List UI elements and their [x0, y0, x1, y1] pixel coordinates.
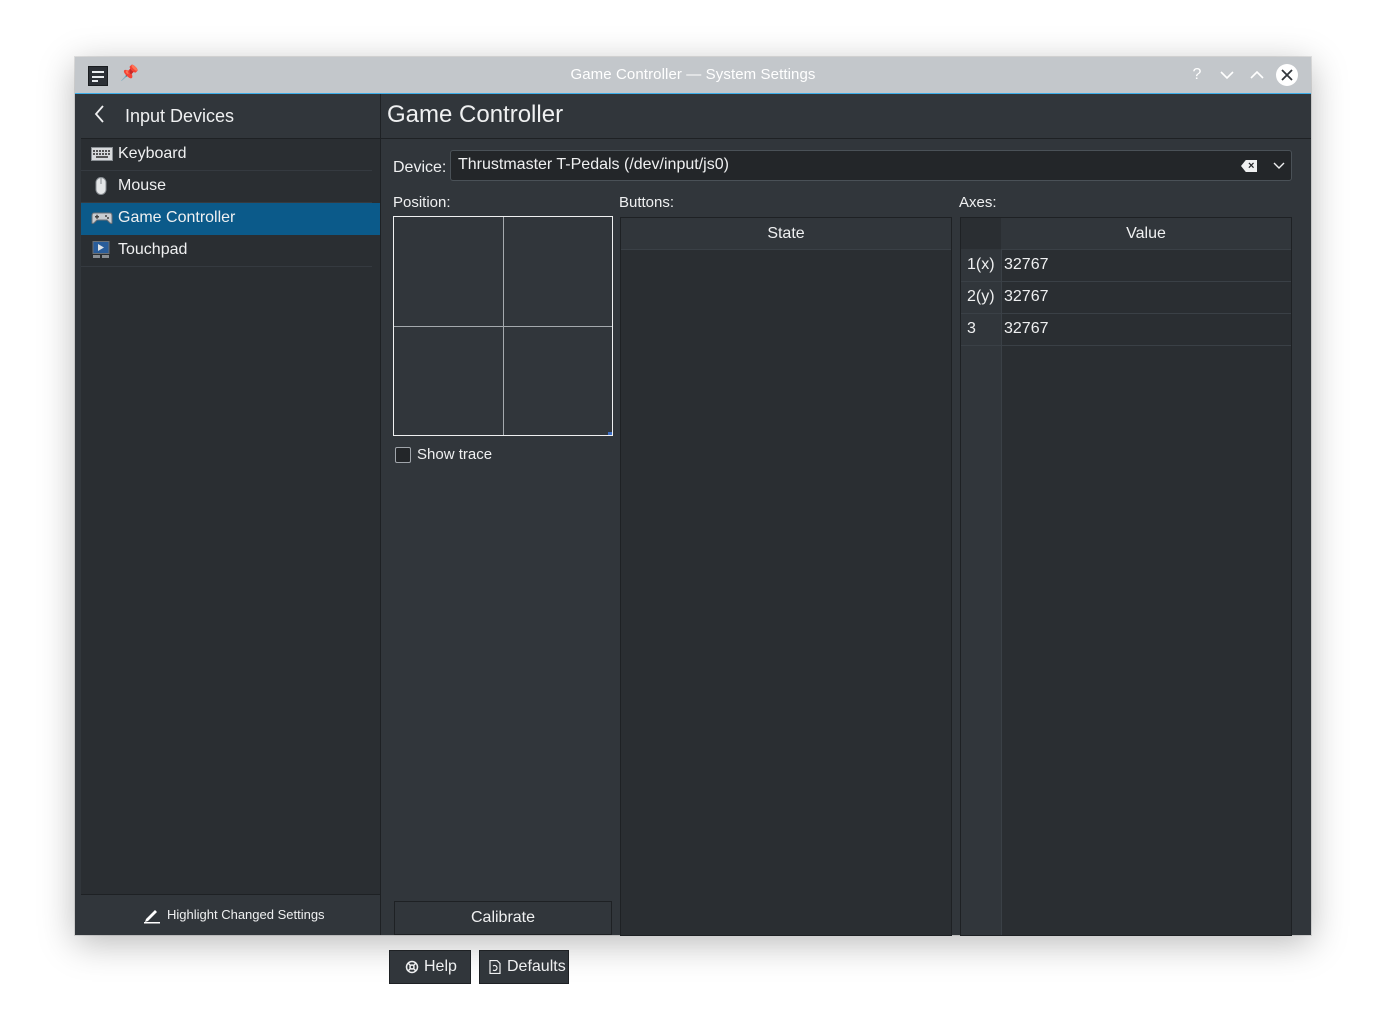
sidebar-item-touchpad[interactable]: Touchpad — [81, 235, 372, 267]
show-trace-label: Show trace — [417, 446, 493, 463]
axis-value: 32767 — [1004, 320, 1049, 337]
sidebar-item-keyboard[interactable]: Keyboard — [81, 139, 372, 171]
position-crosshair-horizontal — [394, 326, 612, 327]
system-settings-window: 📌 Game Controller — System Settings ? In… — [75, 57, 1311, 984]
keyboard-icon — [91, 146, 113, 162]
mouse-icon — [91, 177, 111, 195]
title-bar[interactable]: 📌 Game Controller — System Settings ? — [75, 57, 1311, 94]
help-icon[interactable]: ? — [1186, 64, 1208, 86]
axis-name: 2(y) — [967, 288, 995, 305]
minimize-button[interactable] — [1216, 64, 1238, 86]
buttons-label: Buttons: — [619, 194, 675, 211]
sidebar-item-label: Touchpad — [118, 241, 188, 258]
position-indicator — [608, 432, 612, 435]
axes-table-header-value[interactable]: Value — [1001, 218, 1291, 250]
main-panel: Game Controller Device: Thrustmaster T-P… — [381, 94, 1311, 984]
help-button[interactable]: Help — [389, 950, 471, 984]
table-row[interactable]: 3 32767 — [961, 314, 1291, 346]
sidebar-header: Input Devices — [81, 94, 380, 139]
clear-icon[interactable]: × — [1241, 160, 1257, 172]
axis-value: 32767 — [1004, 256, 1049, 273]
main-header: Game Controller — [381, 94, 1311, 139]
buttons-table[interactable]: State — [620, 217, 952, 936]
table-row[interactable]: 1(x) 32767 — [961, 250, 1291, 282]
device-combobox[interactable]: Thrustmaster T-Pedals (/dev/input/js0) × — [450, 150, 1292, 181]
defaults-button-label: Defaults — [507, 958, 566, 975]
back-icon[interactable] — [93, 103, 107, 130]
position-label: Position: — [393, 194, 451, 211]
window-title: Game Controller — System Settings — [570, 66, 816, 83]
chevron-down-icon — [1220, 71, 1234, 80]
buttons-table-header-state[interactable]: State — [621, 218, 951, 250]
sidebar: Input Devices Keyboard Mouse Game Contro… — [81, 94, 381, 935]
axis-value: 32767 — [1004, 288, 1049, 305]
position-display — [393, 216, 613, 436]
table-row[interactable]: 2(y) 32767 — [961, 282, 1291, 314]
sidebar-list: Keyboard Mouse Game Controller Touchpad — [81, 139, 380, 267]
axis-name: 3 — [967, 320, 976, 337]
touchpad-icon — [91, 241, 111, 258]
maximize-button[interactable] — [1246, 64, 1268, 86]
highlight-changed-settings-label: Highlight Changed Settings — [167, 907, 325, 922]
close-icon — [1281, 69, 1293, 81]
highlight-changed-settings-button[interactable]: Highlight Changed Settings — [81, 894, 380, 935]
sidebar-item-game-controller[interactable]: Game Controller — [81, 203, 380, 235]
sidebar-item-label: Game Controller — [118, 209, 236, 226]
highlight-edit-icon — [143, 906, 161, 924]
axes-label: Axes: — [959, 194, 997, 211]
calibrate-button[interactable]: Calibrate — [394, 901, 612, 935]
chevron-up-icon — [1250, 70, 1264, 79]
sidebar-item-mouse[interactable]: Mouse — [81, 171, 372, 203]
gamepad-icon — [91, 210, 113, 226]
device-combobox-value: Thrustmaster T-Pedals (/dev/input/js0) — [458, 156, 729, 173]
defaults-button[interactable]: Defaults — [479, 950, 569, 984]
chevron-down-icon[interactable] — [1273, 156, 1285, 176]
close-button[interactable] — [1276, 64, 1298, 86]
sidebar-item-label: Mouse — [118, 177, 167, 194]
checkbox-box[interactable] — [395, 447, 411, 463]
axis-name: 1(x) — [967, 256, 995, 273]
axes-table[interactable]: Value 1(x) 32767 2(y) 32767 3 32767 — [960, 217, 1292, 936]
help-icon — [405, 951, 419, 985]
axes-row-header-column — [961, 249, 1002, 935]
help-button-label: Help — [424, 958, 457, 975]
sidebar-item-label: Keyboard — [118, 145, 187, 162]
document-revert-icon — [489, 951, 501, 985]
device-label: Device: — [393, 159, 447, 176]
sidebar-title: Input Devices — [125, 106, 235, 126]
page-title: Game Controller — [387, 101, 564, 128]
